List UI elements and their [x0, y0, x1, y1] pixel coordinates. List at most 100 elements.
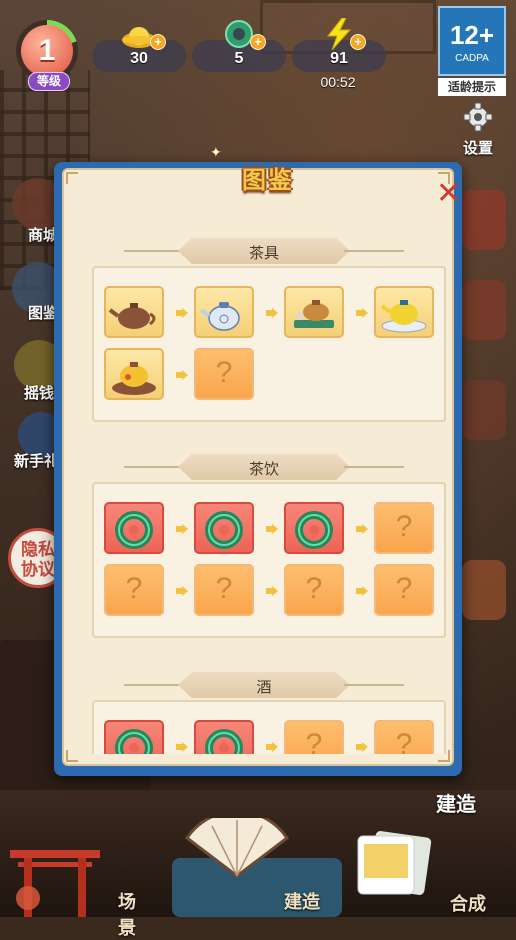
right-event-button-4[interactable] — [462, 560, 506, 620]
header-line — [124, 684, 184, 686]
section-title: 茶具 — [248, 245, 279, 262]
jade-dragon-icon — [205, 729, 243, 754]
arrow-right-icon — [266, 742, 278, 752]
locked-item[interactable]: ? — [374, 720, 434, 754]
question-mark-icon: ? — [395, 510, 413, 543]
question-mark-icon: ? — [305, 572, 323, 605]
arrow-right-icon — [266, 586, 278, 596]
arrow-right-icon — [176, 742, 188, 752]
header-line — [344, 250, 404, 252]
locked-item[interactable]: ? — [104, 564, 164, 616]
locked-item[interactable]: ? — [194, 348, 254, 400]
energy-timer: 00:52 — [320, 74, 356, 90]
build-nav-button[interactable]: 建造 — [172, 818, 342, 917]
wine-item-1[interactable] — [104, 720, 164, 754]
question-mark-icon: ? — [395, 572, 413, 605]
section-header-teaware: 茶具 — [124, 238, 404, 264]
locked-item[interactable]: ? — [374, 564, 434, 616]
ornate-teapot-icon — [112, 362, 156, 395]
torii-gate-icon — [10, 850, 100, 917]
jade-value: 5 — [234, 50, 244, 67]
tea-drink-item-1[interactable] — [104, 502, 164, 554]
newbie-gift-label: 新手礼 — [14, 453, 60, 470]
level-number: 1 — [21, 25, 73, 77]
arrow-right-icon — [176, 524, 188, 534]
build-nav-label: 建造 — [284, 892, 320, 912]
right-event-button-1[interactable] — [462, 190, 506, 250]
gear-icon — [463, 102, 493, 132]
fan-icon — [184, 818, 290, 878]
locked-item[interactable]: ? — [284, 720, 344, 754]
section-header-wine: 酒 — [124, 672, 404, 698]
jade-dragon-icon — [115, 511, 153, 549]
locked-item[interactable]: ? — [284, 564, 344, 616]
arrow-right-icon — [356, 308, 368, 318]
age-rating-badge[interactable]: 12+ CADPA 适龄提示 — [438, 6, 506, 96]
build-side-label[interactable]: 建造 — [436, 788, 476, 817]
teapot-item-5[interactable] — [104, 348, 164, 400]
tea-drink-item-2[interactable] — [194, 502, 254, 554]
header-line — [344, 684, 404, 686]
header-line — [344, 466, 404, 468]
close-button[interactable]: ✕ — [436, 179, 461, 209]
clay-teapot-icon — [108, 303, 156, 329]
arrow-right-icon — [176, 370, 188, 380]
privacy-label: 隐私 协议 — [21, 540, 55, 579]
question-mark-icon: ? — [215, 356, 233, 389]
level-label: 等级 — [28, 72, 70, 91]
teapot-item-1[interactable] — [104, 286, 164, 338]
section-panel-tea-drinks: ? ? ? ? ? — [92, 482, 446, 638]
energy-value: 91 — [330, 50, 348, 67]
right-event-button-3[interactable] — [462, 380, 506, 440]
settings-label: 设置 — [462, 140, 493, 157]
locked-item[interactable]: ? — [194, 564, 254, 616]
scene-nav-label: 场景 — [118, 892, 136, 938]
jade-dragon-icon — [115, 729, 153, 754]
age-rating-box: 12+ CADPA — [438, 6, 506, 76]
codex-modal: 茶具 ? 茶饮 ? ? ? ? ? 酒 ? ? ✦ 图鉴 ✕ — [54, 144, 462, 776]
porcelain-teapot-icon — [199, 302, 240, 331]
teapot-item-3[interactable] — [284, 286, 344, 338]
teapot-item-2[interactable] — [194, 286, 254, 338]
gold-counter[interactable]: + 30 — [92, 27, 186, 72]
teapot-set-icon — [294, 300, 334, 328]
arrow-right-icon — [266, 308, 278, 318]
tea-drink-item-3[interactable] — [284, 502, 344, 554]
lottery-label: 摇钱 — [24, 385, 55, 402]
gold-plus-icon[interactable]: + — [150, 34, 166, 50]
level-badge[interactable]: 1 等级 — [16, 20, 78, 91]
arrow-right-icon — [266, 524, 278, 534]
age-rating-value: 12+ — [449, 20, 495, 50]
arrow-right-icon — [356, 742, 368, 752]
header-line — [124, 250, 184, 252]
teapot-item-4[interactable] — [374, 286, 434, 338]
codex-scroll-area[interactable]: 茶具 ? 茶饮 ? ? ? ? ? 酒 ? ? — [64, 170, 452, 754]
cards-icon — [357, 831, 432, 895]
sparkle-icon: ✦ — [210, 144, 222, 160]
jade-dragon-icon — [295, 511, 333, 549]
jade-counter[interactable]: + 5 — [192, 20, 286, 72]
merge-nav-label: 合成 — [450, 894, 486, 914]
locked-item[interactable]: ? — [374, 502, 434, 554]
arrow-right-icon — [356, 586, 368, 596]
energy-plus-icon[interactable]: + — [350, 34, 366, 50]
question-mark-icon: ? — [125, 572, 143, 605]
jade-dragon-icon — [205, 511, 243, 549]
scene-nav-button[interactable]: 场景 — [0, 836, 136, 938]
arrow-right-icon — [176, 586, 188, 596]
question-mark-icon: ? — [215, 572, 233, 605]
section-title: 茶饮 — [248, 461, 279, 478]
codex-parchment: 茶具 ? 茶饮 ? ? ? ? ? 酒 ? ? ✦ 图鉴 ✕ — [62, 144, 461, 766]
settings-button[interactable]: 设置 — [458, 102, 498, 158]
jade-plus-icon[interactable]: + — [250, 34, 266, 50]
right-event-button-2[interactable] — [462, 280, 506, 340]
codex-title: 图鉴 — [242, 167, 294, 194]
energy-counter[interactable]: + 91 — [292, 18, 386, 72]
header-line — [124, 466, 184, 468]
wine-item-2[interactable] — [194, 720, 254, 754]
age-rating-org: CADPA — [455, 53, 489, 64]
question-mark-icon: ? — [305, 728, 323, 754]
merge-nav-button[interactable]: 合成 — [352, 830, 516, 917]
codex-title-banner: ✦ 图鉴 — [210, 144, 312, 194]
age-rating-tip: 适龄提示 — [438, 78, 506, 96]
